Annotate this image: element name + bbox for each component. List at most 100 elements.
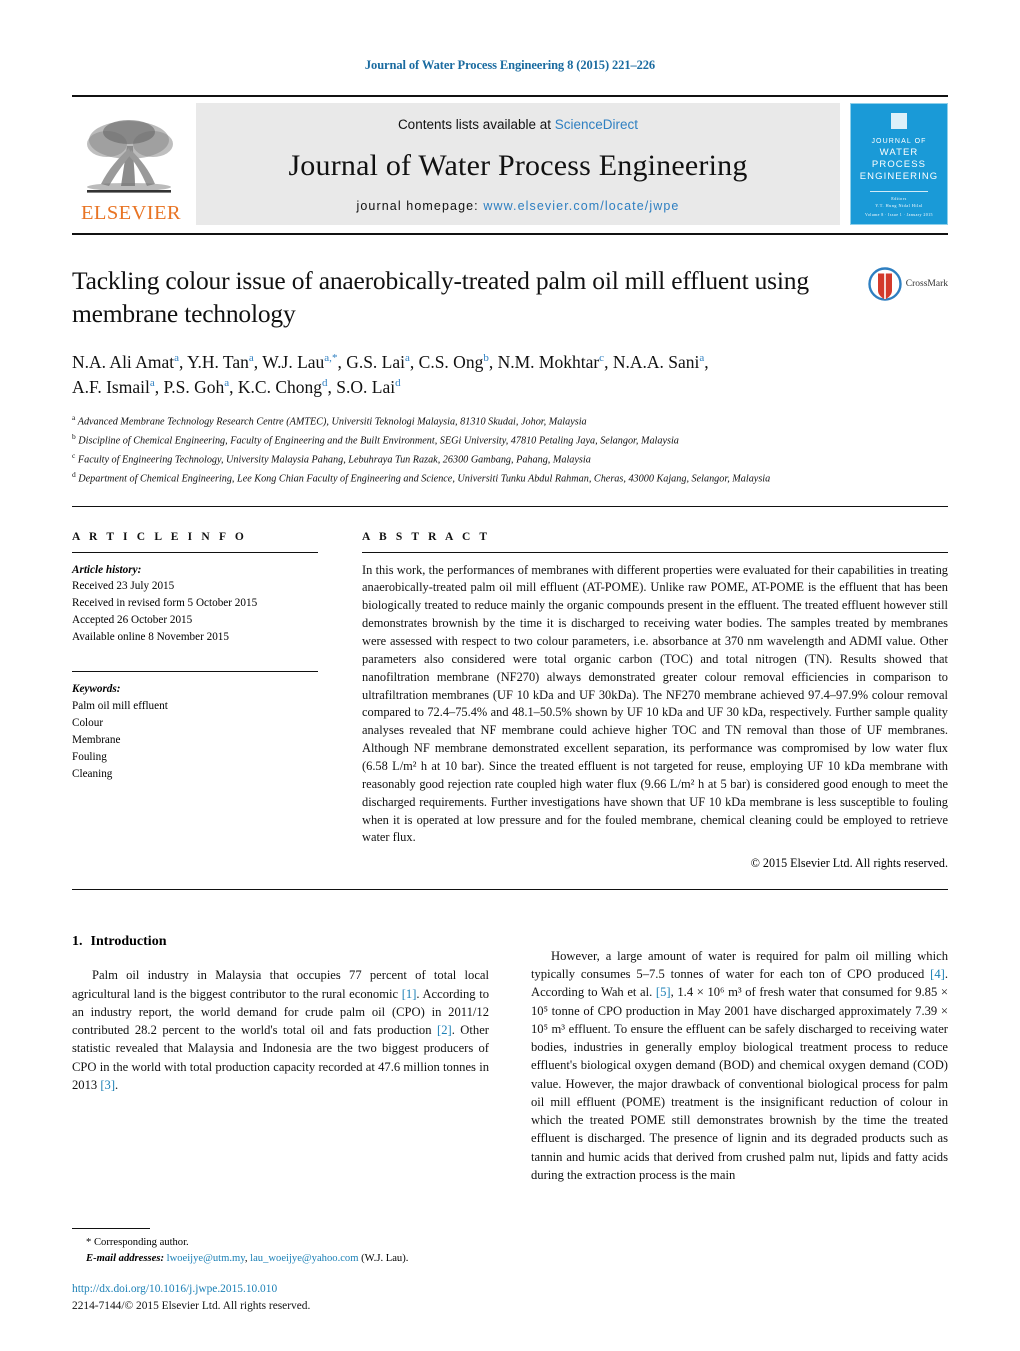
email-label: E-mail addresses:	[86, 1253, 164, 1265]
cover-editors-label: Editors	[891, 196, 907, 202]
affiliation-item: d Department of Chemical Engineering, Le…	[72, 469, 948, 488]
cover-editors: Editors Y.T. Hung Nidal Hilal	[870, 191, 928, 209]
intro-paragraph-left: Palm oil industry in Malaysia that occup…	[72, 966, 489, 1094]
article-info-heading: A R T I C L E I N F O	[72, 530, 247, 543]
article-history-label: Article history:	[72, 563, 142, 576]
keyword-item: Membrane	[72, 734, 121, 747]
abstract-heading: A B S T R A C T	[362, 530, 491, 543]
section-title: Introduction	[90, 934, 167, 950]
page-title: Tackling colour issue of anaerobically-t…	[72, 266, 809, 328]
doi-link[interactable]: http://dx.doi.org/10.1016/j.jwpe.2015.10…	[72, 1281, 572, 1298]
article-info-rule	[72, 551, 318, 553]
affiliation-mark: a	[72, 412, 76, 422]
affil-mark: d	[322, 377, 328, 390]
email-owner: (W.J. Lau).	[358, 1253, 409, 1265]
history-item: Accepted 26 October 2015	[72, 614, 193, 627]
abstract-bottom-rule	[72, 889, 948, 891]
history-item: Available online 8 November 2015	[72, 631, 229, 644]
history-item: Received 23 July 2015	[72, 580, 175, 593]
affiliation-mark: b	[72, 431, 76, 441]
crossmark-label: CrossMark	[905, 279, 948, 289]
corresponding-marker: *	[86, 1237, 92, 1249]
text-run: .	[115, 1077, 119, 1092]
affil-mark: a	[248, 352, 254, 365]
journal-title: Journal of Water Process Engineering	[288, 148, 748, 182]
affiliation-item: a Advanced Membrane Technology Research …	[72, 412, 948, 431]
elsevier-tree-icon	[83, 114, 179, 202]
cover-editors-names: Y.T. Hung Nidal Hilal	[875, 203, 923, 209]
body-columns: 1. Introduction Palm oil industry in Mala…	[72, 934, 948, 1196]
author-line-1: N.A. Ali Amata, Y.H. Tana, W.J. Laua,*, …	[72, 352, 709, 373]
cover-line-3: ENGINEERING	[859, 170, 939, 182]
email-link-primary[interactable]: lwoeijye@utm.my	[167, 1253, 245, 1264]
affil-mark: a	[224, 377, 230, 390]
journal-cover-thumbnail: JOURNAL OF WATER PROCESS ENGINEERING Edi…	[850, 103, 948, 225]
affil-mark: b	[483, 352, 489, 365]
info-abstract-section: A R T I C L E I N F O Article history: R…	[72, 531, 948, 872]
abstract-copyright: © 2015 Elsevier Ltd. All rights reserved…	[750, 856, 948, 871]
body-column-right: However, a large amount of water is requ…	[531, 934, 948, 1196]
author-list: N.A. Ali Amata, Y.H. Tana, W.J. Laua,*, …	[72, 350, 948, 400]
affiliation-text: Department of Chemical Engineering, Lee …	[78, 473, 771, 485]
journal-homepage-link[interactable]: www.elsevier.com/locate/jwpe	[483, 199, 679, 213]
intro-paragraph-right: However, a large amount of water is requ…	[531, 947, 948, 1184]
abstract-text: In this work, the performances of membra…	[362, 562, 948, 845]
text-run: , 1.4 × 10⁶ m³ of fresh water that consu…	[531, 985, 948, 1182]
author-line-2: A.F. Ismaila, P.S. Goha, K.C. Chongd, S.…	[72, 377, 401, 398]
cover-footer-text: Volume 8 · Issue 1 · January 2015	[865, 212, 933, 217]
affiliation-item: c Faculty of Engineering Technology, Uni…	[72, 450, 948, 469]
affil-mark: a	[149, 377, 155, 390]
citation-ref[interactable]: [1]	[402, 987, 417, 1001]
contents-available-line: Contents lists available at ScienceDirec…	[398, 117, 638, 132]
history-item: Received in revised form 5 October 2015	[72, 597, 258, 610]
section-number: 1.	[72, 934, 83, 950]
section-heading-introduction: 1. Introduction	[72, 934, 489, 950]
abstract-column: A B S T R A C T In this work, the perfor…	[362, 531, 948, 872]
crossmark-badge[interactable]: CrossMark	[868, 267, 948, 301]
issn-copyright-line: 2214-7144/© 2015 Elsevier Ltd. All right…	[72, 1299, 311, 1312]
affiliation-mark: d	[72, 469, 76, 479]
affil-mark: a	[405, 352, 410, 365]
email-link-secondary[interactable]: lau_woeijye@yahoo.com	[250, 1253, 358, 1264]
affil-mark: a	[699, 352, 705, 365]
citation-ref[interactable]: [3]	[100, 1078, 115, 1092]
affiliation-mark: c	[72, 450, 76, 460]
homepage-prefix: journal homepage:	[356, 199, 484, 213]
footnote-divider	[72, 1228, 150, 1230]
elsevier-logo: ELSEVIER	[72, 103, 190, 225]
cover-line-2: WATER PROCESS	[871, 146, 927, 170]
keyword-item: Cleaning	[72, 768, 113, 781]
email-line: E-mail addresses: lwoeijye@utm.my, lau_w…	[72, 1251, 482, 1267]
affiliation-item: b Discipline of Chemical Engineering, Fa…	[72, 431, 948, 450]
sciencedirect-link[interactable]: ScienceDirect	[555, 117, 638, 132]
citation-ref[interactable]: [5]	[656, 985, 671, 999]
abstract-rule	[362, 551, 948, 553]
keyword-item: Palm oil mill effluent	[72, 700, 168, 713]
affiliation-list: a Advanced Membrane Technology Research …	[72, 412, 948, 488]
affil-mark: c	[599, 352, 605, 365]
running-head: Journal of Water Process Engineering 8 (…	[364, 58, 656, 72]
cover-line-1: JOURNAL OF	[871, 138, 927, 145]
citation-ref[interactable]: [2]	[437, 1023, 452, 1037]
doi-block: http://dx.doi.org/10.1016/j.jwpe.2015.10…	[72, 1281, 572, 1315]
affiliation-text: Discipline of Chemical Engineering, Facu…	[78, 435, 679, 447]
affiliation-divider	[72, 505, 948, 507]
text-run: However, a large amount of water is requ…	[531, 948, 948, 982]
keywords-label: Keywords:	[72, 683, 121, 696]
elsevier-wordmark: ELSEVIER	[81, 201, 181, 224]
affil-mark: d	[395, 377, 401, 390]
header-bottom-rule	[72, 233, 948, 235]
article-page: Journal of Water Process Engineering 8 (…	[0, 0, 1020, 1351]
contents-prefix: Contents lists available at	[397, 117, 555, 132]
journal-homepage-line: journal homepage: www.elsevier.com/locat…	[357, 199, 680, 213]
citation-ref[interactable]: [4]	[930, 967, 945, 981]
title-block: Tackling colour issue of anaerobically-t…	[72, 265, 948, 330]
crossmark-icon	[868, 267, 902, 301]
journal-header-band: ELSEVIER Contents lists available at Sci…	[72, 103, 948, 225]
keyword-item: Colour	[72, 717, 104, 730]
affil-mark: a	[174, 352, 179, 365]
keyword-item: Fouling	[72, 751, 107, 764]
header-top-rule	[72, 95, 948, 97]
corresponding-author-footnote: * Corresponding author. E-mail addresses…	[72, 1228, 482, 1267]
